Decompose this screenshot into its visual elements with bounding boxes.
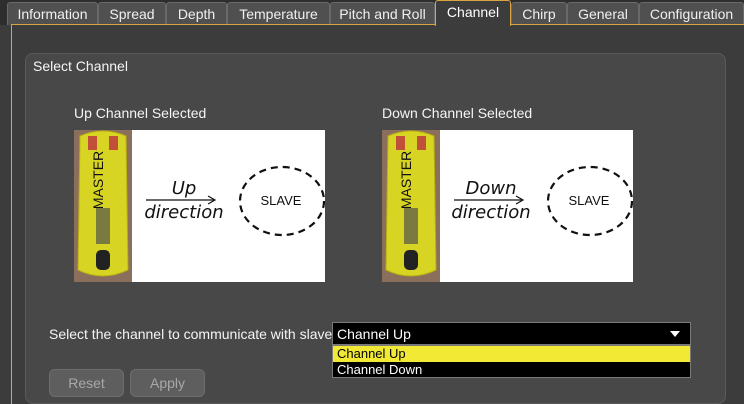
tab-channel[interactable]: Channel bbox=[435, 0, 511, 26]
channel-select-dropdown: Channel Up Channel Down bbox=[332, 345, 691, 378]
arrow-bottom-label: direction bbox=[451, 202, 530, 223]
tab-depth[interactable]: Depth bbox=[166, 2, 227, 25]
channel-select-combobox[interactable]: Channel Up bbox=[332, 322, 691, 345]
tab-temperature[interactable]: Temperature bbox=[227, 2, 330, 25]
reset-button[interactable]: Reset bbox=[49, 369, 124, 397]
option-channel-down[interactable]: Channel Down bbox=[333, 362, 690, 378]
tab-general[interactable]: General bbox=[567, 2, 639, 25]
option-channel-up[interactable]: Channel Up bbox=[333, 346, 690, 362]
tab-bar: Information Spread Depth Temperature Pit… bbox=[0, 0, 744, 26]
tab-configuration[interactable]: Configuration bbox=[639, 2, 744, 25]
slave-label: SLAVE bbox=[261, 193, 302, 208]
channel-select-value: Channel Up bbox=[337, 326, 411, 342]
arrow-top-label: Up bbox=[172, 178, 197, 199]
arrow-bottom-label: direction bbox=[144, 202, 223, 223]
groupbox-title: Select Channel bbox=[33, 58, 128, 74]
up-channel-caption: Up Channel Selected bbox=[74, 105, 207, 121]
down-channel-caption: Down Channel Selected bbox=[382, 105, 533, 121]
master-label: MASTER bbox=[398, 151, 414, 209]
tab-pitch-and-roll[interactable]: Pitch and Roll bbox=[330, 2, 435, 25]
tab-chirp[interactable]: Chirp bbox=[511, 2, 567, 25]
up-channel-diagram: MASTER Up direction SLAVE bbox=[74, 130, 325, 282]
channel-select-label: Select the channel to communicate with s… bbox=[49, 326, 333, 342]
tab-spread[interactable]: Spread bbox=[98, 2, 166, 25]
apply-button[interactable]: Apply bbox=[130, 369, 205, 397]
arrow-top-label: Down bbox=[465, 178, 516, 199]
chevron-down-icon[interactable] bbox=[670, 331, 680, 337]
tab-information[interactable]: Information bbox=[7, 2, 98, 25]
master-label: MASTER bbox=[90, 151, 106, 209]
down-channel-diagram: MASTER Down direction SLAVE bbox=[382, 130, 633, 282]
slave-label: SLAVE bbox=[569, 193, 610, 208]
